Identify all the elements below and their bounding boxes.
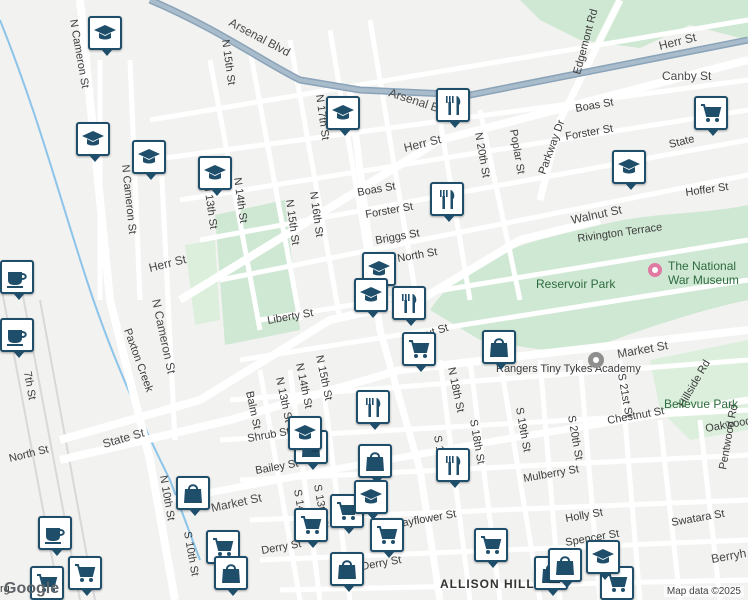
label-n15th-low: N 15th St [313, 354, 334, 401]
grocery-marker-icon[interactable] [474, 528, 508, 568]
label-briggs: Briggs St [374, 227, 420, 247]
label-chestnut: Chestnut St [606, 405, 665, 427]
label-walnut-r: Walnut St [570, 202, 624, 227]
label-balm: Balm St [243, 390, 263, 430]
school-marker-icon[interactable] [586, 540, 620, 580]
label-herr-left: Herr St [147, 252, 188, 275]
grocery-marker-icon[interactable] [694, 96, 728, 136]
map-canvas[interactable]: N Cameron St N 15th St Arsenal Blvd Arse… [0, 0, 748, 600]
label-s21st: S 21st St [615, 372, 635, 418]
grocery-marker-icon[interactable] [68, 556, 102, 596]
label-n-15th-top: N 15th St [219, 39, 237, 86]
cafe-marker-icon[interactable] [38, 516, 72, 556]
label-allison-hill: ALLISON HILL [440, 577, 535, 591]
restaurant-marker-icon[interactable] [430, 182, 464, 222]
restaurant-marker-icon[interactable] [436, 448, 470, 488]
label-boas-l: Boas St [356, 180, 396, 199]
restaurant-marker-icon[interactable] [436, 88, 470, 128]
cafe-marker-icon[interactable] [0, 318, 34, 358]
label-swatara: Swatara St [670, 508, 725, 529]
label-north-mid: North St [396, 246, 438, 265]
label-n20th: N 20th St [472, 131, 492, 178]
school-marker-icon[interactable] [132, 140, 166, 180]
label-tiny-tykes: Rangers Tiny Tykes Academy [496, 363, 641, 375]
label-war-museum-2: War Museum [668, 273, 739, 287]
label-liberty: Liberty St [266, 307, 314, 327]
label-n15th: N 15th St [283, 199, 301, 246]
school-marker-icon[interactable] [288, 416, 322, 456]
grocery-marker-icon[interactable] [294, 508, 328, 548]
label-n10th: N 10th St [157, 474, 177, 521]
shopping-marker-icon[interactable] [482, 330, 516, 370]
label-edgemont: Edgemont Rd [571, 8, 600, 76]
label-s10th: S 10th St [181, 530, 201, 577]
label-n18th: N 18th St [445, 366, 466, 413]
label-herr-st-tr: Herr St [657, 30, 698, 53]
label-war-museum-1: The National [668, 259, 736, 273]
shopping-marker-icon[interactable] [548, 548, 582, 588]
school-marker-icon[interactable] [88, 16, 122, 56]
label-mulberry: Mulberry St [522, 463, 579, 485]
label-state-r: State [668, 133, 696, 151]
label-n16th: N 16th St [307, 191, 325, 238]
label-bellevue-park: Bellevue Park [664, 397, 739, 411]
label-holly: Holly St [564, 507, 603, 525]
label-herr-st-mid: Herr St [402, 132, 443, 155]
label-boas-r: Boas St [574, 96, 614, 115]
cafe-marker-icon[interactable] [0, 260, 34, 300]
label-cameron-mid: N Cameron St [149, 298, 179, 376]
school-marker-icon[interactable] [354, 480, 388, 520]
school-pin-dot [593, 357, 599, 363]
label-derry-2: Derry St [360, 554, 402, 573]
label-hoffer: Hoffer St [685, 181, 729, 199]
shopping-marker-icon[interactable] [214, 556, 248, 596]
label-market-l: Market St [210, 490, 264, 515]
school-marker-icon[interactable] [198, 156, 232, 196]
museum-pin-dot [652, 267, 658, 273]
label-forster-l: Forster St [364, 201, 414, 221]
shopping-marker-icon[interactable] [330, 552, 364, 592]
label-n14th: N 14th St [231, 177, 249, 224]
map-attribution[interactable]: Map data ©2025 [663, 586, 744, 597]
label-rivington: Rivington Terrace [577, 221, 663, 245]
label-berry: Berryh [710, 546, 747, 566]
label-state-l: State St [101, 425, 147, 450]
label-parkway: Parkway Dr [537, 118, 568, 176]
label-reservoir-park: Reservoir Park [536, 277, 616, 291]
label-forster-r: Forster St [564, 123, 614, 143]
grocery-marker-icon[interactable] [402, 332, 436, 372]
label-market-r: Market St [616, 338, 670, 361]
restaurant-marker-icon[interactable] [392, 286, 426, 326]
label-arsenal-blvd: Arsenal Blvd [227, 15, 293, 59]
label-s19th: S 19th St [513, 406, 533, 453]
google-logo: Google [4, 580, 60, 597]
label-7th: 7th St [21, 370, 38, 400]
shopping-marker-icon[interactable] [176, 476, 210, 516]
school-marker-icon[interactable] [76, 122, 110, 162]
label-s20th: S 20th St [565, 414, 585, 461]
school-marker-icon[interactable] [354, 278, 388, 318]
grocery-marker-icon[interactable] [370, 518, 404, 558]
label-penwood: Pentwood Rd [717, 403, 740, 470]
school-marker-icon[interactable] [326, 96, 360, 136]
restaurant-marker-icon[interactable] [356, 390, 390, 430]
label-paxton: Paxton Creek [121, 327, 155, 394]
label-poplar: Poplar St [507, 128, 527, 175]
shopping-marker-icon[interactable] [358, 444, 392, 484]
label-n14th-low: N 14th St [293, 362, 314, 409]
label-north-l: North St [8, 444, 50, 465]
label-canby: Canby St [662, 69, 712, 83]
school-marker-icon[interactable] [612, 150, 646, 190]
label-bailey: Bailey St [254, 458, 299, 477]
label-arsenal-blvd-2: Arsenal Bl [387, 86, 443, 116]
label-cameron-l: N Cameron St [119, 164, 138, 235]
